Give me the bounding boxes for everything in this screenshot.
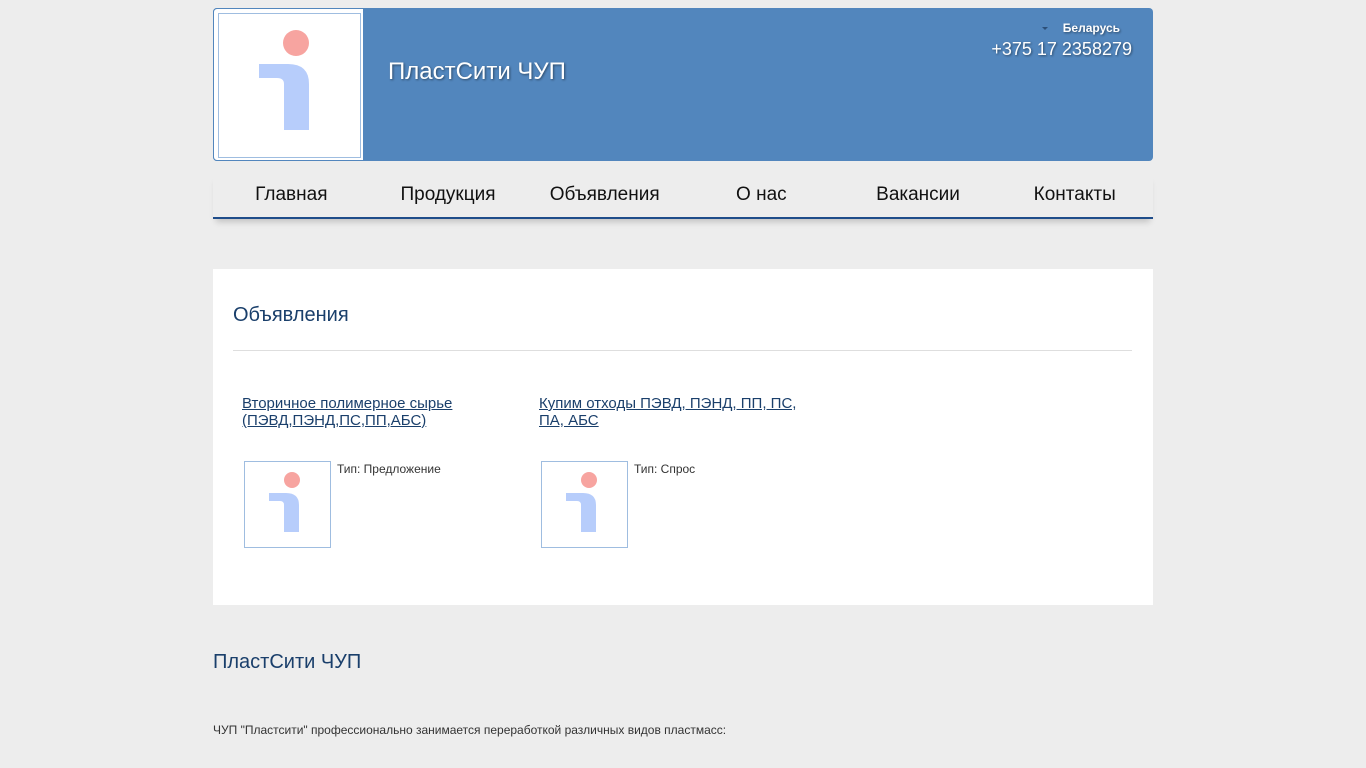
footer-title: ПластСити ЧУП xyxy=(213,651,362,673)
company-title[interactable]: ПластСити ЧУП xyxy=(388,58,566,86)
ad-item: Купим отходы ПЭВД, ПЭНД, ПП, ПС, ПА, АБС… xyxy=(539,395,809,548)
nav-item-contacts[interactable]: Контакты xyxy=(996,173,1153,217)
region-label: Беларусь xyxy=(1062,21,1120,35)
info-icon xyxy=(566,472,597,532)
ad-title-link[interactable]: Купим отходы ПЭВД, ПЭНД, ПП, ПС, ПА, АБС xyxy=(539,395,809,429)
phone-number: +375 17 2358279 xyxy=(991,39,1132,59)
info-icon xyxy=(269,472,300,532)
page-title: Объявления xyxy=(233,304,349,326)
nav-item-home[interactable]: Главная xyxy=(213,173,370,217)
main-nav: Главная Продукция Объявления О нас Вакан… xyxy=(213,173,1153,219)
info-icon xyxy=(259,30,309,130)
ad-type: Тип: Предложение xyxy=(337,462,441,476)
ad-type: Тип: Спрос xyxy=(634,462,696,476)
nav-item-ads[interactable]: Объявления xyxy=(526,173,683,217)
ad-thumbnail[interactable] xyxy=(244,461,331,548)
site-header: ПластСити ЧУП Беларусь +375 17 2358279 xyxy=(213,8,1153,161)
ad-item: Вторичное полимерное сырье (ПЭВД,ПЭНД,ПС… xyxy=(242,395,512,548)
ad-thumbnail[interactable] xyxy=(541,461,628,548)
region-selector[interactable]: Беларусь xyxy=(1041,21,1120,35)
caret-down-icon xyxy=(1041,27,1048,30)
footer-description: ЧУП "Пластсити" профессионально занимает… xyxy=(213,723,727,737)
divider xyxy=(233,350,1132,351)
nav-item-vacancies[interactable]: Вакансии xyxy=(840,173,997,217)
content-panel: Объявления Вторичное полимерное сырье (П… xyxy=(213,269,1153,605)
nav-item-products[interactable]: Продукция xyxy=(370,173,527,217)
ad-title-link[interactable]: Вторичное полимерное сырье (ПЭВД,ПЭНД,ПС… xyxy=(242,395,512,429)
nav-item-about[interactable]: О нас xyxy=(683,173,840,217)
logo[interactable] xyxy=(213,8,364,161)
logo-frame xyxy=(218,13,361,158)
